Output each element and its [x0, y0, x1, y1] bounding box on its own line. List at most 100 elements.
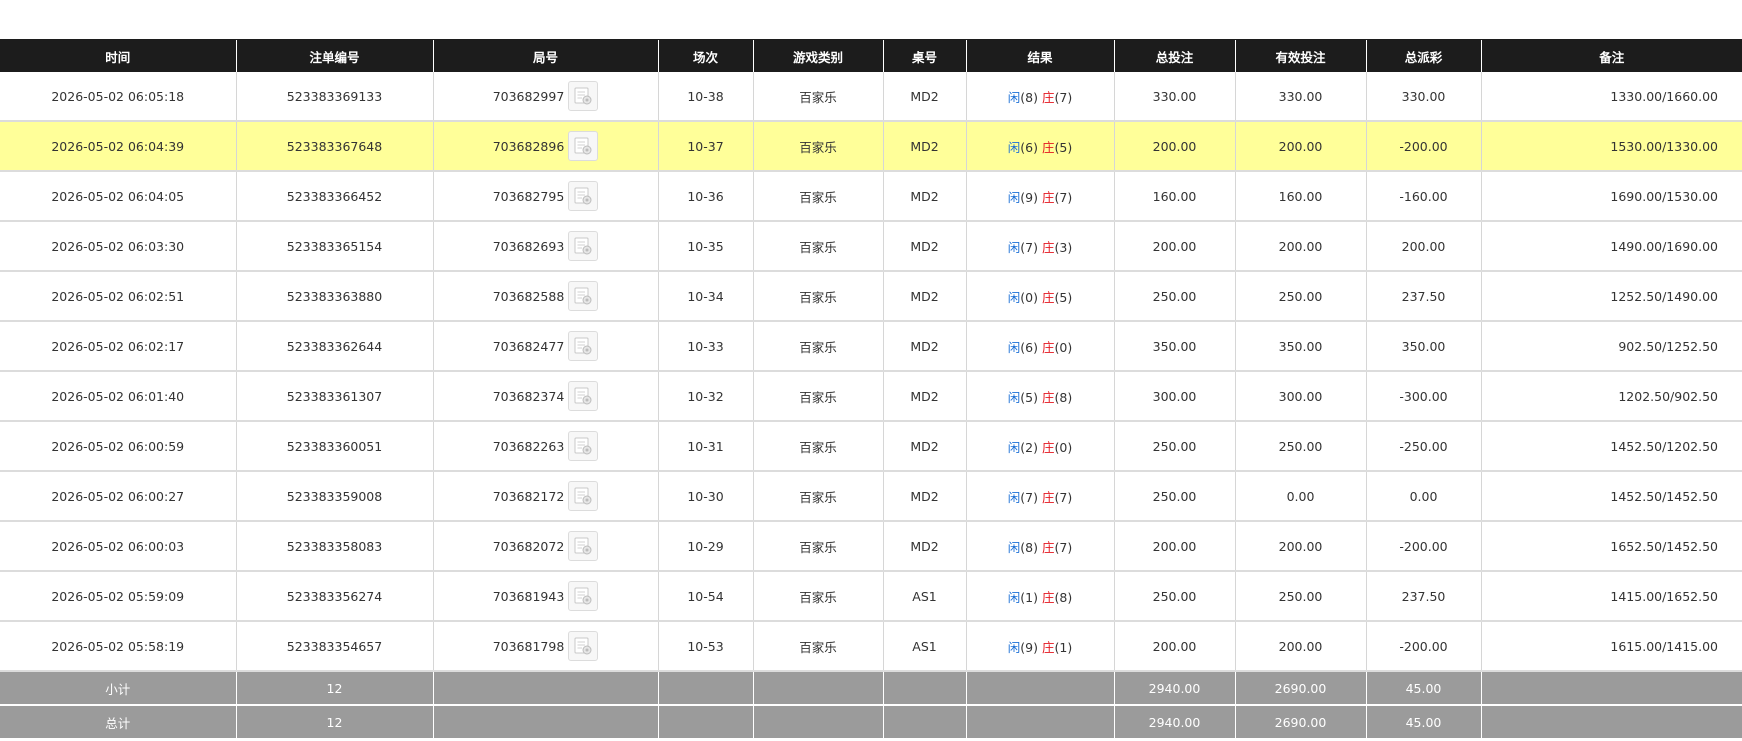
result-player-score: (2) [1020, 439, 1038, 455]
col-header-total-bet[interactable]: 总投注 [1113, 39, 1235, 72]
result-banker-label: 庄 [1041, 139, 1055, 155]
total-label: 总计 [0, 705, 236, 740]
result-player-score: (8) [1020, 89, 1038, 105]
round-replay-icon[interactable] [568, 431, 599, 461]
round-number: 703682896 [492, 138, 565, 154]
round-replay-icon[interactable] [568, 331, 599, 361]
cell-payout: 237.50 [1365, 271, 1481, 322]
result-player-score: (0) [1020, 289, 1038, 305]
cell-bet-no: 523383359008 [235, 471, 433, 522]
cell-bet-no: 523383366452 [235, 171, 433, 222]
result-player-label: 闲 [1007, 339, 1021, 355]
cell-time: 2026-05-02 06:04:05 [0, 171, 236, 222]
table-header-row: 时间 注单编号 局号 场次 游戏类别 桌号 结果 总投注 有效投注 总派彩 备注 [0, 39, 1742, 72]
total-valid-bet: 2690.00 [1234, 705, 1366, 740]
cell-remark: 1415.00/1652.50 [1480, 571, 1742, 622]
cell-time: 2026-05-02 05:59:09 [0, 571, 236, 622]
cell-valid-bet: 250.00 [1234, 571, 1366, 622]
round-replay-icon[interactable] [568, 281, 599, 311]
result-banker-score: (5) [1054, 289, 1073, 305]
cell-round: 703682997 [432, 72, 658, 122]
cell-payout: -200.00 [1365, 521, 1481, 572]
result-player-score: (7) [1020, 239, 1038, 255]
cell-session: 10-30 [657, 471, 753, 522]
col-header-result[interactable]: 结果 [965, 39, 1114, 72]
round-replay-icon[interactable] [568, 531, 599, 561]
col-header-round[interactable]: 局号 [432, 39, 658, 72]
result-banker-score: (7) [1054, 189, 1073, 205]
round-replay-icon[interactable] [568, 81, 599, 111]
round-replay-icon[interactable] [568, 181, 599, 211]
round-number: 703682693 [492, 238, 565, 254]
cell-time: 2026-05-02 06:00:27 [0, 471, 236, 522]
col-header-valid-bet[interactable]: 有效投注 [1234, 39, 1366, 72]
cell-table: AS1 [882, 571, 966, 622]
cell-session: 10-36 [657, 171, 753, 222]
result-player-label: 闲 [1007, 189, 1021, 205]
cell-bet-no: 523383356274 [235, 571, 433, 622]
subtotal-row: 小计 12 2940.00 2690.00 45.00 [0, 671, 1742, 706]
col-header-remark[interactable]: 备注 [1480, 39, 1742, 72]
result-banker-label: 庄 [1041, 539, 1055, 555]
cell-bet-no: 523383360051 [235, 421, 433, 472]
result-banker-score: (0) [1054, 439, 1073, 455]
total-count: 12 [235, 705, 433, 740]
cell-remark: 1252.50/1490.00 [1480, 271, 1742, 322]
cell-result: 闲(2) 庄(0) [965, 421, 1114, 472]
cell-bet-no: 523383354657 [235, 621, 433, 672]
result-banker-score: (1) [1054, 639, 1073, 655]
round-number: 703682795 [492, 188, 565, 204]
cell-time: 2026-05-02 06:02:51 [0, 271, 236, 322]
subtotal-count: 12 [235, 671, 433, 706]
round-replay-icon[interactable] [568, 581, 599, 611]
round-replay-icon[interactable] [568, 231, 599, 261]
cell-time: 2026-05-02 06:03:30 [0, 221, 236, 272]
col-header-session[interactable]: 场次 [657, 39, 753, 72]
result-player-score: (7) [1020, 489, 1038, 505]
result-player-score: (6) [1020, 139, 1038, 155]
col-header-bet-no[interactable]: 注单编号 [235, 39, 433, 72]
cell-valid-bet: 200.00 [1234, 521, 1366, 572]
table-row: 2026-05-02 06:00:03 523383358083 7036820… [0, 521, 1742, 572]
col-header-payout[interactable]: 总派彩 [1365, 39, 1481, 72]
cell-game: 百家乐 [752, 271, 883, 322]
cell-table: MD2 [882, 521, 966, 572]
cell-game: 百家乐 [752, 221, 883, 272]
cell-total-bet: 200.00 [1113, 221, 1235, 272]
cell-total-bet: 250.00 [1113, 421, 1235, 472]
cell-remark: 1615.00/1415.00 [1480, 621, 1742, 672]
cell-game: 百家乐 [752, 521, 883, 572]
cell-result: 闲(1) 庄(8) [965, 571, 1114, 622]
cell-session: 10-38 [657, 72, 753, 122]
result-player-label: 闲 [1007, 639, 1021, 655]
table-row: 2026-05-02 06:03:30 523383365154 7036826… [0, 221, 1742, 272]
cell-payout: -200.00 [1365, 621, 1481, 672]
cell-game: 百家乐 [752, 621, 883, 672]
cell-result: 闲(6) 庄(0) [965, 321, 1114, 372]
col-header-game[interactable]: 游戏类别 [752, 39, 883, 72]
cell-round: 703682263 [432, 421, 658, 472]
cell-result: 闲(7) 庄(3) [965, 221, 1114, 272]
result-player-label: 闲 [1007, 289, 1021, 305]
cell-table: MD2 [882, 171, 966, 222]
cell-round: 703681943 [432, 571, 658, 622]
result-banker-score: (8) [1054, 389, 1073, 405]
cell-table: MD2 [882, 321, 966, 372]
cell-total-bet: 250.00 [1113, 271, 1235, 322]
round-number: 703681943 [492, 588, 565, 604]
result-banker-label: 庄 [1041, 439, 1055, 455]
cell-result: 闲(6) 庄(5) [965, 121, 1114, 172]
cell-result: 闲(8) 庄(7) [965, 521, 1114, 572]
cell-total-bet: 250.00 [1113, 571, 1235, 622]
round-replay-icon[interactable] [568, 381, 599, 411]
round-replay-icon[interactable] [568, 131, 599, 161]
cell-valid-bet: 300.00 [1234, 371, 1366, 422]
total-total-bet: 2940.00 [1113, 705, 1235, 740]
round-number: 703682477 [492, 338, 565, 354]
col-header-time[interactable]: 时间 [0, 39, 236, 72]
cell-table: MD2 [882, 471, 966, 522]
round-replay-icon[interactable] [568, 631, 599, 661]
cell-table: MD2 [882, 271, 966, 322]
round-replay-icon[interactable] [568, 481, 599, 511]
col-header-table[interactable]: 桌号 [882, 39, 966, 72]
